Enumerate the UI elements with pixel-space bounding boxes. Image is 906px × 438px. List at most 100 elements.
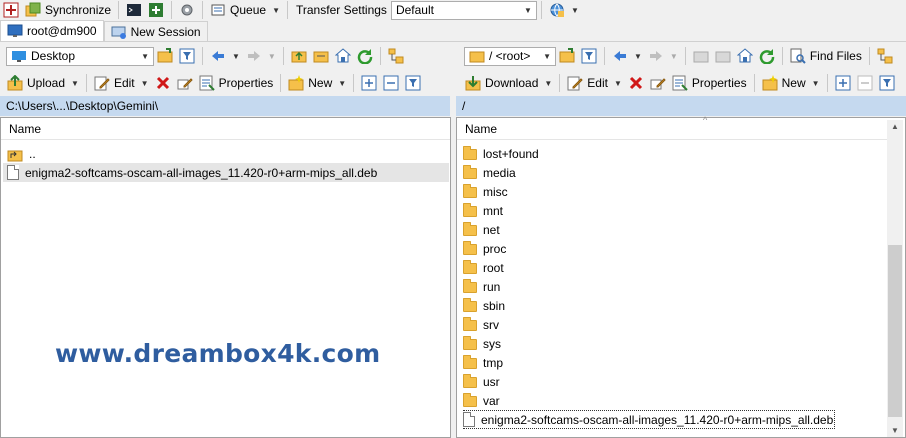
left-new-button[interactable]: New ▼ [285,73,349,93]
queue-button[interactable]: Queue ▼ [207,0,283,20]
list-item-selected[interactable]: enigma2-softcams-oscam-all-images_11.420… [3,163,449,182]
right-delete-button[interactable] [625,73,647,93]
tab-label: root@dm900 [27,24,97,38]
right-column-name-label: Name [465,121,498,136]
list-item[interactable]: sbin [463,296,505,315]
list-item[interactable]: sys [463,334,501,353]
list-item-name: net [483,222,500,237]
download-button[interactable]: Download ▼ [462,73,555,93]
left-edit-button[interactable]: Edit ▼ [91,73,152,93]
refresh-icon [759,48,775,65]
right-tree-button[interactable] [874,46,896,66]
scrollbar-thumb[interactable] [888,245,902,417]
sites-button[interactable]: ▼ [546,0,582,20]
right-properties-button[interactable]: Properties [669,73,750,93]
right-root-dir-button[interactable] [712,46,734,66]
left-filter-button[interactable] [176,46,198,66]
filter-icon [581,48,597,64]
left-file-panel: Name .. enigma2-softcams-oscam-all-image… [0,117,451,438]
right-unselect-button[interactable] [854,73,876,93]
folder-icon [469,48,485,64]
right-forward-button[interactable]: ▼ [645,46,681,66]
list-item-focused[interactable]: enigma2-softcams-oscam-all-images_11.420… [463,410,836,429]
list-item[interactable]: .. [7,144,36,163]
right-parent-dir-button[interactable] [690,46,712,66]
list-item[interactable]: var [463,391,500,410]
filter-icon [179,48,195,64]
tab-session-root[interactable]: root@dm900 [0,20,104,41]
list-item[interactable]: root [463,258,504,277]
left-rename-button[interactable] [174,73,196,93]
tab-new-session[interactable]: New Session [103,21,208,41]
right-rename-button[interactable] [647,73,669,93]
list-item[interactable]: media [463,163,516,182]
left-back-button[interactable]: ▼ [207,46,243,66]
plus-icon [361,75,377,91]
putty-button[interactable] [145,0,167,20]
compare-button[interactable] [0,0,22,20]
arrow-right-icon [246,48,262,64]
transfer-settings-select[interactable]: Default ▼ [390,0,537,20]
list-item[interactable]: misc [463,182,508,201]
right-edit-button[interactable]: Edit ▼ [564,73,625,93]
list-item[interactable]: net [463,220,500,239]
synchronize-button[interactable]: Synchronize [22,0,114,20]
toolbar-separator [604,47,605,65]
list-item-name: enigma2-softcams-oscam-all-images_11.420… [25,165,378,180]
upload-button[interactable]: Upload ▼ [4,73,82,93]
list-item[interactable]: lost+found [463,144,539,163]
left-forward-button[interactable]: ▼ [243,46,279,66]
left-refresh-button[interactable] [354,46,376,66]
left-open-folder-button[interactable] [154,46,176,66]
right-column-name[interactable]: Name ^ [457,115,887,140]
right-open-folder-button[interactable] [556,46,578,66]
console-button[interactable] [123,0,145,20]
toolbar-separator [868,47,870,65]
right-vertical-scrollbar[interactable]: ▲ ▼ [887,120,903,437]
sort-ascending-icon: ^ [703,115,708,125]
list-item[interactable]: usr [463,372,500,391]
right-filter-button[interactable] [578,46,600,66]
left-select-button[interactable] [358,73,380,93]
right-select-button[interactable] [832,73,854,93]
right-new-button[interactable]: New ▼ [759,73,823,93]
list-item-name: proc [483,241,507,256]
find-files-button[interactable]: Find Files [787,46,865,66]
folder-icon [463,336,477,350]
arrow-left-icon [612,48,628,64]
right-properties-label: Properties [691,76,747,90]
right-location-select[interactable]: / <root> ▼ [464,46,556,66]
properties-icon [199,75,215,91]
left-home-button[interactable] [332,46,354,66]
folder-icon [463,165,477,179]
list-item[interactable]: proc [463,239,506,258]
list-item[interactable]: tmp [463,353,503,372]
list-item[interactable]: srv [463,315,499,334]
right-path-bar: / [456,96,906,116]
left-select-filter-button[interactable] [402,73,424,93]
right-back-button[interactable]: ▼ [609,46,645,66]
left-path-text: C:\Users\...\Desktop\Gemini\ [6,99,159,113]
left-unselect-button[interactable] [380,73,402,93]
filter-icon [879,75,895,91]
right-select-filter-button[interactable] [876,73,898,93]
left-location-value: Desktop [31,49,76,63]
left-properties-button[interactable]: Properties [196,73,277,93]
preferences-button[interactable] [176,0,198,20]
right-home-button[interactable] [734,46,756,66]
toolbar-separator [202,1,204,19]
parent-folder-icon [291,48,307,64]
right-refresh-button[interactable] [756,46,778,66]
left-parent-dir-button[interactable] [288,46,310,66]
chevron-down-icon: ▼ [543,51,551,61]
left-tree-button[interactable] [385,46,407,66]
left-location-select[interactable]: Desktop ▼ [6,46,154,66]
left-column-name[interactable]: Name [1,118,450,140]
left-delete-button[interactable] [152,73,174,93]
left-root-dir-button[interactable] [310,46,332,66]
chevron-down-icon: ▼ [524,5,532,15]
list-item[interactable]: run [463,277,500,296]
folder-icon [463,184,477,198]
edit-icon [567,75,584,91]
list-item[interactable]: mnt [463,201,503,220]
